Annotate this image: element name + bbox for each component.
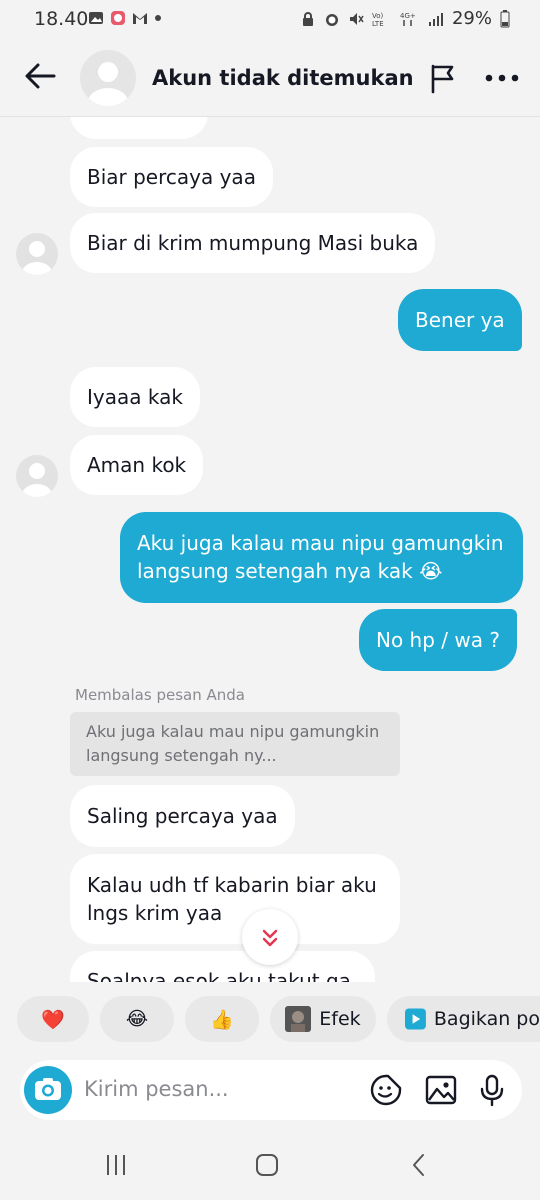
flag-icon[interactable] xyxy=(426,62,458,94)
partial-message-bubble xyxy=(70,117,208,139)
thumbs-up-reaction-button[interactable]: 👍 xyxy=(185,996,259,1042)
status-time: 18.40 xyxy=(34,8,89,30)
heart-emoji: ❤️ xyxy=(41,1008,65,1031)
svg-text:4G+: 4G+ xyxy=(400,12,416,20)
default-avatar-icon xyxy=(22,463,52,497)
mute-icon xyxy=(349,12,364,25)
home-icon[interactable] xyxy=(252,1150,282,1180)
page-title[interactable]: Akun tidak ditemukan xyxy=(152,66,414,90)
battery-percentage: 29% xyxy=(451,8,492,29)
laugh-reaction-button[interactable]: 😂 xyxy=(100,996,174,1042)
status-bar: 18.40 Vo) LTE 4G+ 29% xyxy=(0,0,540,40)
avatar[interactable] xyxy=(80,50,136,106)
message-bubble[interactable]: Kalau udh tf kabarin biar aku lngs krim … xyxy=(70,854,400,944)
scroll-to-bottom-button[interactable] xyxy=(242,909,298,965)
message-bubble[interactable]: Biar percaya yaa xyxy=(70,147,273,207)
recent-apps-icon[interactable] xyxy=(101,1150,131,1180)
message-list[interactable]: Biar percaya yaa Biar di krim mumpung Ma… xyxy=(0,117,540,982)
battery-icon xyxy=(500,9,510,27)
heart-reaction-button[interactable]: ❤️ xyxy=(17,996,89,1042)
more-notifications-dot-icon xyxy=(155,15,161,21)
default-avatar-icon xyxy=(88,62,128,106)
camera-button[interactable] xyxy=(24,1066,72,1114)
gmail-notification-icon xyxy=(133,13,147,24)
default-avatar-icon xyxy=(22,241,52,275)
chat-header: Akun tidak ditemukan xyxy=(0,40,540,117)
svg-text:Vo): Vo) xyxy=(372,12,384,20)
reply-quote[interactable]: Aku juga kalau mau nipu gamungkin langsu… xyxy=(70,712,400,776)
back-nav-icon[interactable] xyxy=(404,1150,434,1180)
avatar[interactable] xyxy=(16,233,58,275)
alarm-icon xyxy=(325,13,338,26)
reply-caption: Membalas pesan Anda xyxy=(75,686,245,704)
more-options-icon[interactable] xyxy=(482,64,522,92)
laugh-emoji: 😂 xyxy=(125,1008,149,1030)
lock-icon xyxy=(302,11,313,26)
microphone-icon[interactable] xyxy=(475,1073,509,1107)
message-composer: Kirim pesan... xyxy=(20,1060,522,1120)
gallery-notification-icon xyxy=(89,12,103,24)
message-bubble[interactable]: Aman kok xyxy=(70,435,204,495)
message-bubble[interactable]: Soalnya esok aku takut ga xyxy=(70,951,375,982)
quick-reactions: ❤️ 😂 👍 Efek Bagikan po xyxy=(0,996,540,1044)
volte-icon: Vo)LTE xyxy=(372,12,384,27)
avatar[interactable] xyxy=(16,455,58,497)
thumbs-up-emoji: 👍 xyxy=(210,1008,234,1031)
back-arrow-icon[interactable] xyxy=(22,58,58,94)
camera-icon xyxy=(35,1078,61,1100)
sticker-icon[interactable] xyxy=(369,1073,403,1107)
message-input[interactable]: Kirim pesan... xyxy=(84,1077,229,1101)
svg-text:LTE: LTE xyxy=(372,20,384,27)
effect-button[interactable]: Efek xyxy=(270,996,376,1042)
message-bubble[interactable]: Aku juga kalau mau nipu gamungkin langsu… xyxy=(120,512,523,603)
4g-icon: 4G+ xyxy=(400,12,416,26)
effect-thumbnail-icon xyxy=(285,1006,312,1032)
message-bubble[interactable]: Bener ya xyxy=(398,289,522,351)
double-chevron-down-icon xyxy=(262,929,278,947)
share-post-label: Bagikan po xyxy=(433,1008,540,1030)
system-navigation-bar xyxy=(0,1130,540,1200)
message-bubble[interactable]: Biar di krim mumpung Masi buka xyxy=(70,213,436,273)
share-post-button[interactable]: Bagikan po xyxy=(387,996,540,1042)
message-bubble[interactable]: Saling percaya yaa xyxy=(70,785,295,847)
app-notification-icon xyxy=(111,11,125,25)
message-bubble[interactable]: Iyaaa kak xyxy=(70,367,200,427)
message-bubble[interactable]: No hp / wa ? xyxy=(359,609,517,671)
image-icon[interactable] xyxy=(424,1073,458,1107)
effect-label: Efek xyxy=(319,1008,361,1030)
signal-icon xyxy=(428,12,443,26)
play-icon xyxy=(405,1008,426,1030)
